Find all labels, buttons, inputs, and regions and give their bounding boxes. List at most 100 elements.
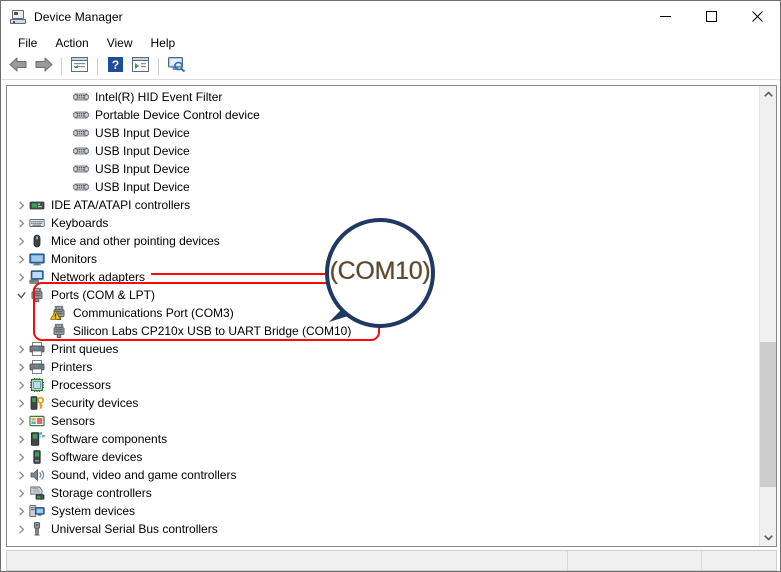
chevron-right-icon[interactable] <box>13 521 29 537</box>
tree-row-label: Intel(R) HID Event Filter <box>95 90 223 104</box>
chevron-right-icon[interactable] <box>13 467 29 483</box>
forward-button[interactable] <box>31 56 55 78</box>
chevron-right-icon[interactable] <box>13 251 29 267</box>
chevron-right-icon[interactable] <box>13 503 29 519</box>
help-button[interactable]: ? <box>103 56 127 78</box>
scan-hardware-changes-button[interactable] <box>164 56 188 78</box>
help-icon: ? <box>107 56 123 77</box>
security-device-icon <box>29 395 45 411</box>
back-arrow-icon <box>9 57 28 77</box>
update-driver-icon <box>131 56 149 77</box>
port-icon <box>51 323 67 339</box>
chevron-down-icon[interactable] <box>13 287 29 303</box>
menu-view[interactable]: View <box>98 34 142 52</box>
tree-row[interactable]: Communications Port (COM3) <box>7 304 752 322</box>
update-driver-button[interactable] <box>128 56 152 78</box>
tree-row[interactable]: Keyboards <box>7 214 752 232</box>
toolbar-separator-2 <box>97 58 98 75</box>
tree-row[interactable]: Processors <box>7 376 752 394</box>
software-device-icon <box>29 449 45 465</box>
tree-row-label: Software devices <box>51 450 143 464</box>
tree-row[interactable]: Software devices <box>7 448 752 466</box>
monitor-icon <box>29 251 45 267</box>
toolbar-separator-1 <box>61 58 62 75</box>
properties-button[interactable] <box>67 56 91 78</box>
menu-action[interactable]: Action <box>46 34 97 52</box>
minimize-button[interactable] <box>642 1 688 32</box>
tree-row[interactable]: Software components <box>7 430 752 448</box>
tree-row[interactable]: Portable Device Control device <box>7 106 752 124</box>
tree-row-label: IDE ATA/ATAPI controllers <box>51 198 191 212</box>
scroll-down-button[interactable] <box>760 529 776 546</box>
status-panel-1 <box>7 551 568 570</box>
tree-row-label: Processors <box>51 378 112 392</box>
close-button[interactable] <box>734 1 780 32</box>
tree-row[interactable]: Mice and other pointing devices <box>7 232 752 250</box>
warning-triangle-icon <box>50 310 61 320</box>
tree-row-label: Silicon Labs CP210x USB to UART Bridge (… <box>73 324 352 338</box>
network-adapter-icon <box>29 269 45 285</box>
tree-row-label: Sound, video and game controllers <box>51 468 237 482</box>
tree-row[interactable]: Storage controllers <box>7 484 752 502</box>
chevron-right-icon[interactable] <box>13 413 29 429</box>
tree-row[interactable]: Print queues <box>7 340 752 358</box>
hid-device-icon <box>73 125 89 141</box>
maximize-button[interactable] <box>688 1 734 32</box>
hid-device-icon <box>73 161 89 177</box>
chevron-right-icon[interactable] <box>13 197 29 213</box>
tree-row[interactable]: IDE ATA/ATAPI controllers <box>7 196 752 214</box>
tree-row[interactable]: Monitors <box>7 250 752 268</box>
back-button[interactable] <box>6 56 30 78</box>
tree-row[interactable]: Printers <box>7 358 752 376</box>
tree-row[interactable]: USB Input Device <box>7 160 752 178</box>
status-bar <box>6 550 777 571</box>
chevron-right-icon[interactable] <box>13 341 29 357</box>
vertical-scrollbar[interactable] <box>759 86 776 546</box>
tree-row[interactable]: Sound, video and game controllers <box>7 466 752 484</box>
system-device-icon <box>29 503 45 519</box>
tree-row[interactable]: USB Input Device <box>7 178 752 196</box>
scan-hardware-changes-icon <box>167 56 186 77</box>
menu-help[interactable]: Help <box>142 34 185 52</box>
forward-arrow-icon <box>34 57 53 77</box>
ide-controller-icon <box>29 197 45 213</box>
status-panel-2 <box>568 551 702 570</box>
tree-row[interactable]: System devices <box>7 502 752 520</box>
tree-row[interactable]: Security devices <box>7 394 752 412</box>
software-component-icon <box>29 431 45 447</box>
tree-row[interactable]: USB Input Device <box>7 142 752 160</box>
chevron-right-icon[interactable] <box>13 377 29 393</box>
chevron-right-icon[interactable] <box>13 359 29 375</box>
hid-device-icon <box>73 89 89 105</box>
chevron-right-icon[interactable] <box>13 269 29 285</box>
chevron-right-icon[interactable] <box>13 449 29 465</box>
tree-row[interactable]: Silicon Labs CP210x USB to UART Bridge (… <box>7 322 752 340</box>
device-manager-icon <box>10 9 26 25</box>
tree-row-label: USB Input Device <box>95 126 190 140</box>
tree-row[interactable]: USB Input Device <box>7 124 752 142</box>
device-tree[interactable]: Intel(R) HID Event Filter Portable Device… <box>7 88 752 538</box>
chevron-right-icon[interactable] <box>13 485 29 501</box>
port-icon <box>29 287 45 303</box>
scrollbar-thumb[interactable] <box>760 342 776 487</box>
tree-row-label: Communications Port (COM3) <box>73 306 234 320</box>
tree-row[interactable]: Universal Serial Bus controllers <box>7 520 752 538</box>
chevron-right-icon[interactable] <box>13 431 29 447</box>
device-tree-pane: Intel(R) HID Event Filter Portable Device… <box>6 85 777 547</box>
sensor-icon <box>29 413 45 429</box>
hid-device-icon <box>73 107 89 123</box>
tree-row-label: Universal Serial Bus controllers <box>51 522 218 536</box>
chevron-right-icon[interactable] <box>13 395 29 411</box>
chevron-right-icon[interactable] <box>13 215 29 231</box>
tree-row-label: Software components <box>51 432 168 446</box>
menu-file[interactable]: File <box>9 34 46 52</box>
tree-row-label: Sensors <box>51 414 96 428</box>
tree-row-label: USB Input Device <box>95 162 190 176</box>
scroll-up-button[interactable] <box>760 86 776 103</box>
tree-row[interactable]: Intel(R) HID Event Filter <box>7 88 752 106</box>
tree-row[interactable]: Ports (COM & LPT) <box>7 286 752 304</box>
chevron-right-icon[interactable] <box>13 233 29 249</box>
tree-row[interactable]: Network adapters <box>7 268 752 286</box>
tree-row-label: Network adapters <box>51 270 146 284</box>
tree-row[interactable]: Sensors <box>7 412 752 430</box>
